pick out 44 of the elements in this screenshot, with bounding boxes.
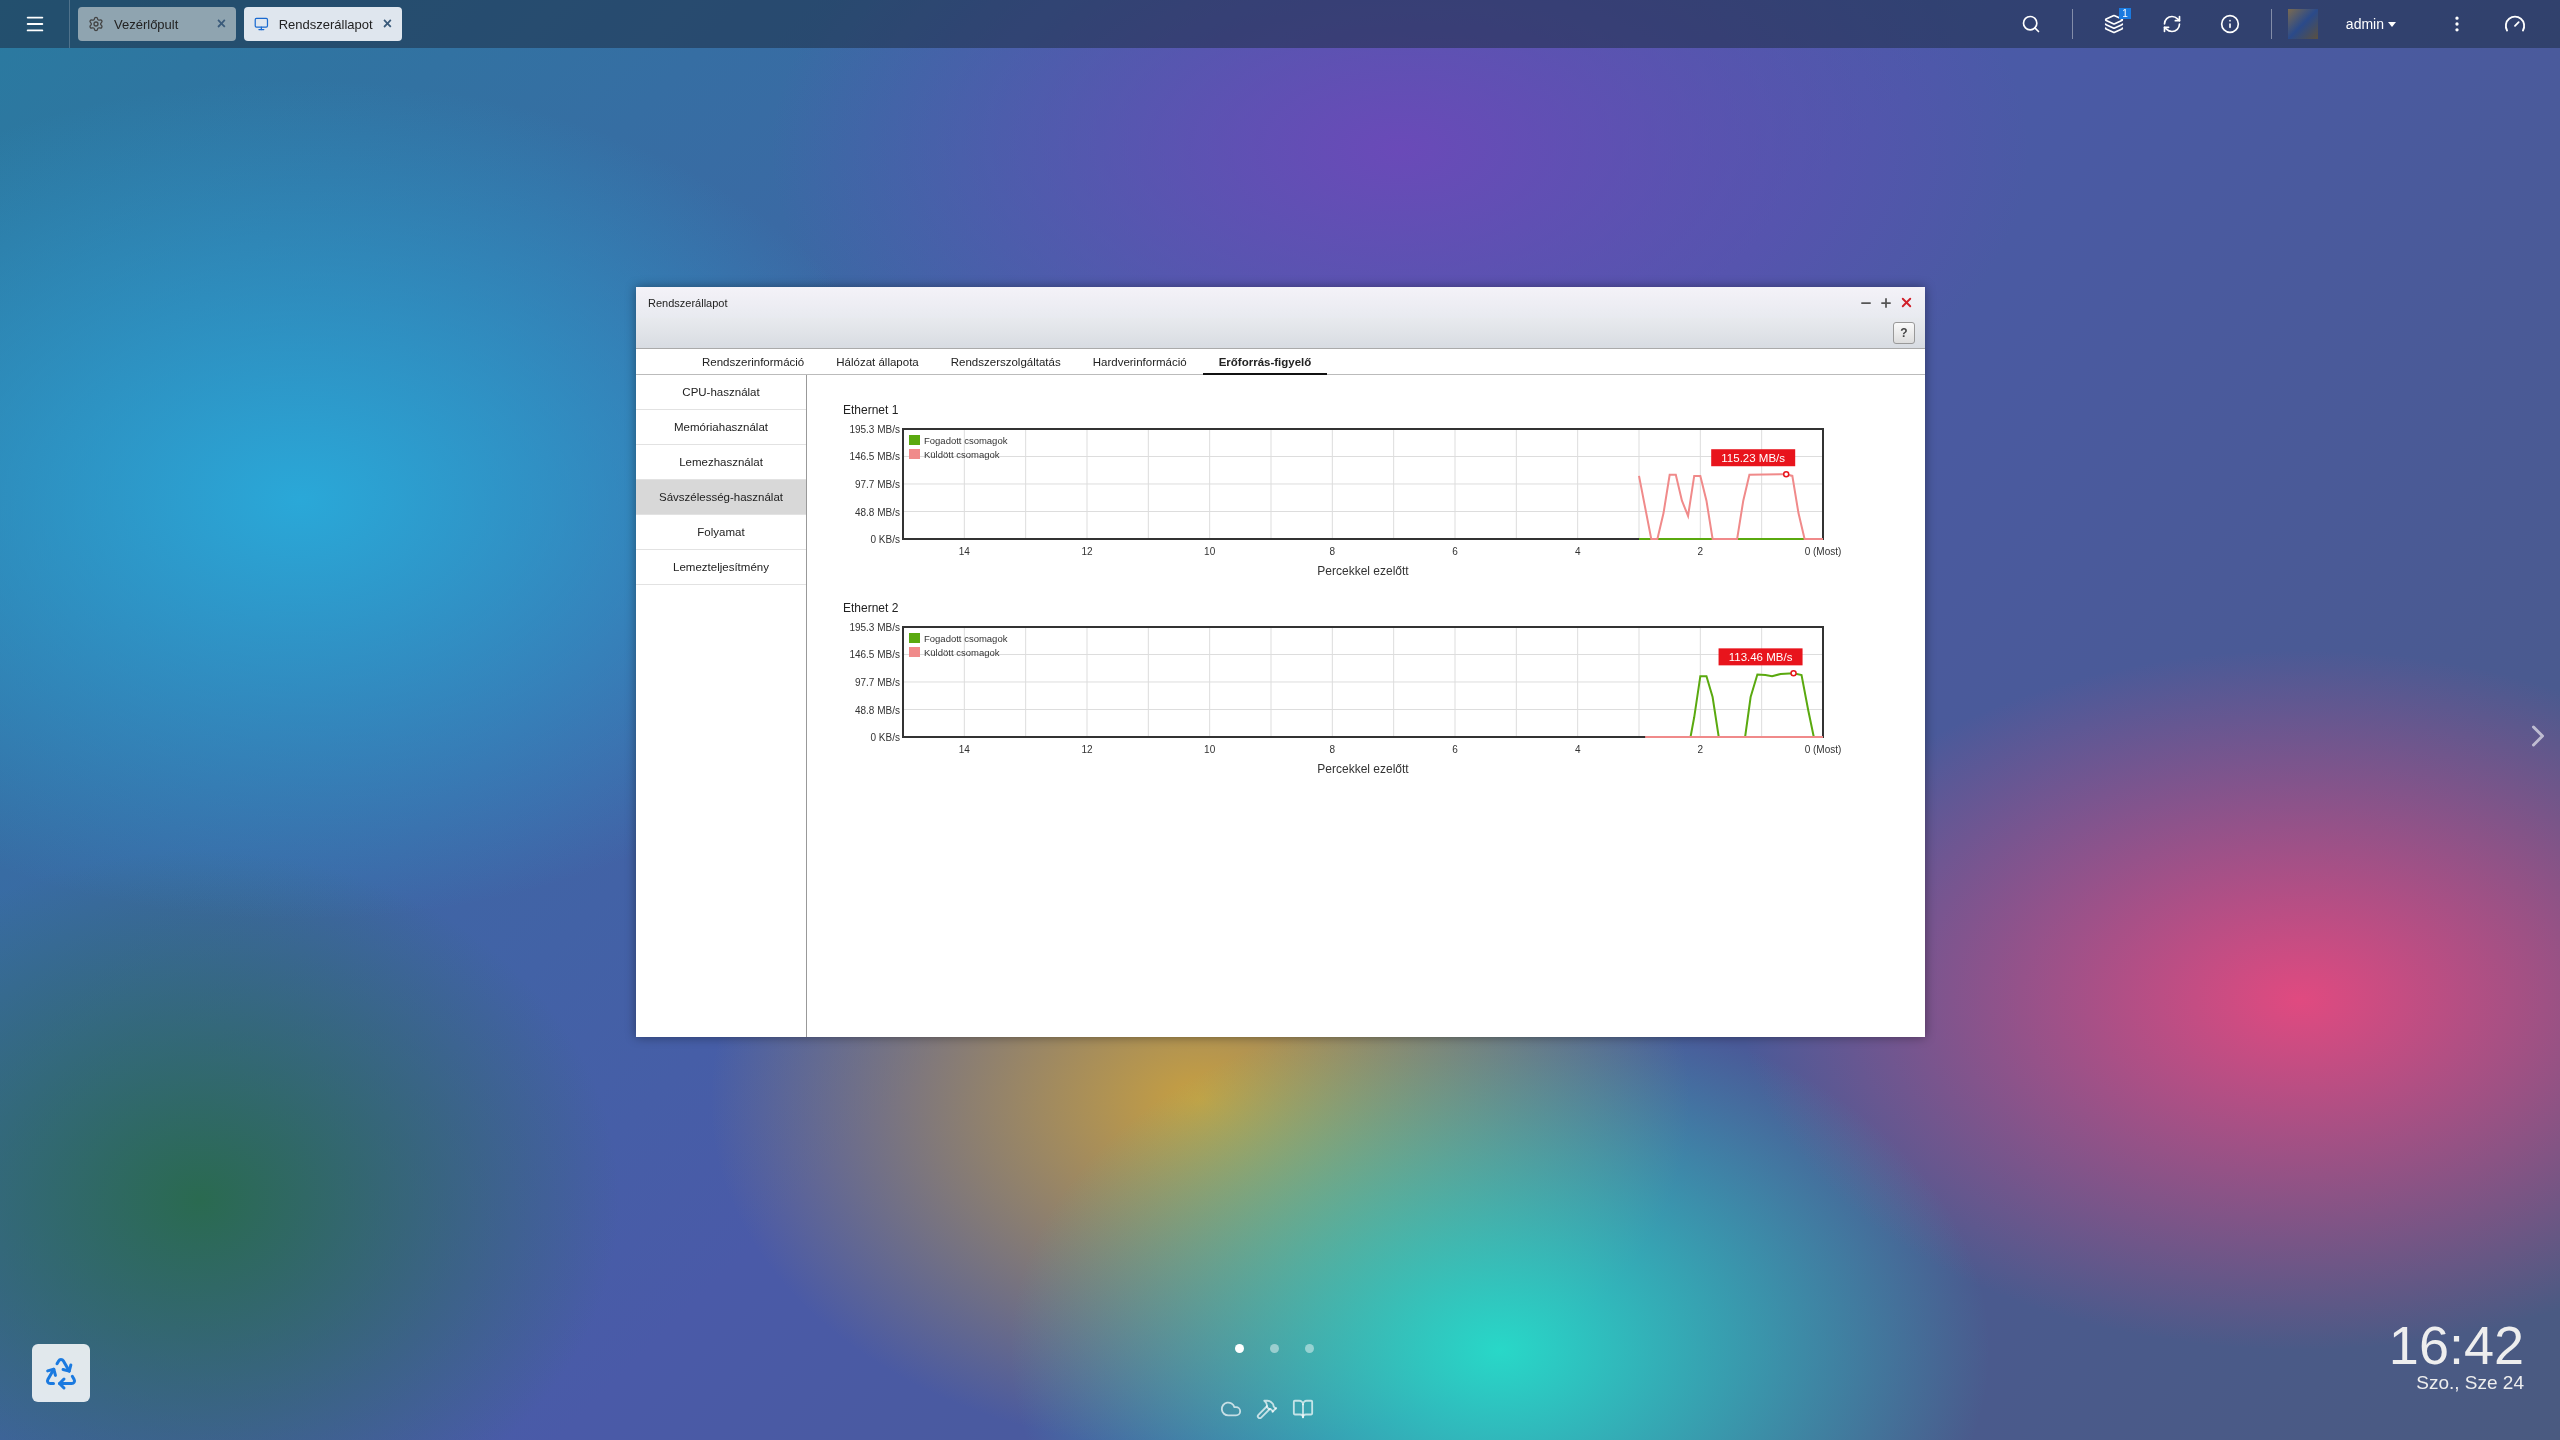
y-tick-label: 97.7 MB/s — [854, 676, 900, 688]
app-tab-label: Vezérlőpult — [114, 16, 179, 32]
x-tick-label: 4 — [1574, 546, 1581, 557]
annotation: 115.23 MB/s — [1721, 452, 1786, 465]
x-tick-label: 0 (Most) — [1804, 744, 1842, 755]
app-tab-label: Rendszerállapot — [278, 16, 373, 32]
y-tick-label: 0 KB/s — [870, 534, 900, 545]
x-tick-label: 2 — [1697, 546, 1704, 557]
annotation: 113.46 MB/s — [1728, 651, 1793, 664]
window-title: Rendszerállapot — [648, 296, 728, 309]
clock-time: 16:42 — [2388, 1318, 2524, 1372]
x-tick-label: 0 (Most) — [1804, 546, 1842, 557]
y-tick-label: 0 KB/s — [870, 732, 900, 743]
value-tooltip: 113.46 MB/s — [1718, 648, 1803, 666]
y-tick-label: 48.8 MB/s — [854, 704, 900, 716]
y-tick-label: 48.8 MB/s — [854, 506, 900, 518]
x-tick-label: 12 — [1081, 744, 1093, 755]
value-tooltip: 115.23 MB/s — [1711, 449, 1796, 467]
y-tick-label: 195.3 MB/s — [849, 622, 900, 633]
x-tick-label: 4 — [1574, 744, 1581, 755]
x-tick-label: 8 — [1329, 744, 1336, 755]
clock-date: Szo., Sze 24 — [2416, 1372, 2524, 1394]
x-tick-label: 14 — [958, 744, 970, 755]
chart-title: Ethernet 2 — [842, 601, 900, 615]
legend-label: Küldött csomagok — [924, 647, 1000, 658]
y-tick-label: 146.5 MB/s — [849, 451, 900, 463]
x-axis-label: Percekkel ezelőtt — [1317, 564, 1409, 578]
x-tick-label: 10 — [1204, 546, 1216, 557]
x-tick-label: 8 — [1329, 546, 1336, 557]
legend-label: Küldött csomagok — [924, 449, 1000, 460]
y-tick-label: 195.3 MB/s — [849, 424, 900, 435]
x-axis-label: Percekkel ezelőtt — [1317, 762, 1409, 776]
legend-label: Fogadott csomagok — [924, 435, 1008, 446]
legend-label: Fogadott csomagok — [924, 633, 1008, 644]
y-tick-label: 146.5 MB/s — [849, 649, 900, 661]
x-tick-label: 12 — [1081, 546, 1093, 557]
x-tick-label: 6 — [1452, 744, 1458, 755]
x-tick-label: 2 — [1697, 744, 1704, 755]
chart-title: Ethernet 1 — [842, 403, 900, 417]
x-tick-label: 14 — [958, 546, 970, 557]
y-tick-label: 97.7 MB/s — [854, 478, 900, 490]
x-tick-label: 6 — [1452, 546, 1458, 557]
x-tick-label: 10 — [1204, 744, 1216, 755]
notification-badge: 1 — [2119, 8, 2131, 19]
